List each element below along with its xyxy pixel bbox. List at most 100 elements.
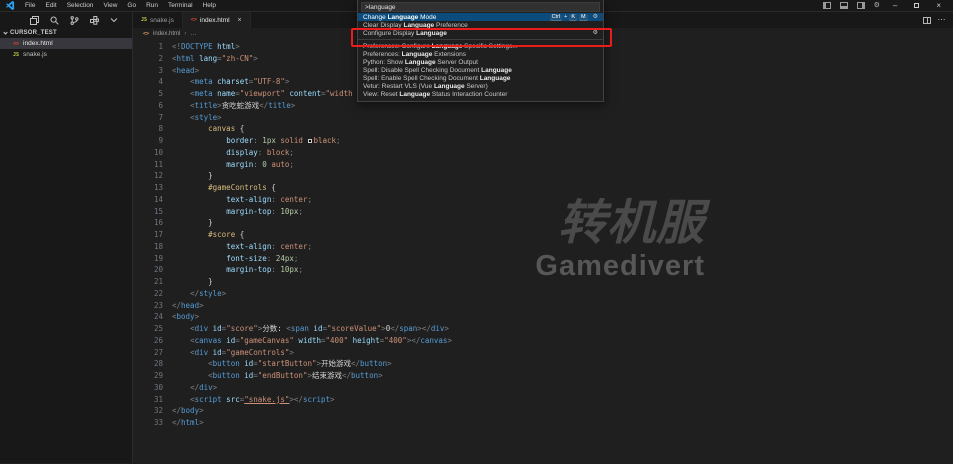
command-item[interactable]: Preferences: Language Extensions — [358, 50, 603, 58]
toggle-panel-icon[interactable] — [840, 2, 848, 9]
code-line-content: display: block; — [163, 147, 294, 159]
configure-keybinding-icon[interactable]: ⚙ — [593, 14, 598, 20]
file-item-index.html[interactable]: <>index.html — [0, 38, 132, 49]
code-line[interactable]: 30 </div> — [133, 382, 953, 394]
code-line[interactable]: 32</body> — [133, 405, 953, 417]
code-line[interactable]: 24<body> — [133, 311, 953, 323]
code-line[interactable]: 26 <canvas id="gameCanvas" width="400" h… — [133, 335, 953, 347]
code-line[interactable]: 15 margin-top: 10px; — [133, 206, 953, 218]
code-line[interactable]: 16 } — [133, 217, 953, 229]
command-item[interactable]: Python: Show Language Server Output — [358, 58, 603, 66]
code-line[interactable]: 22 </style> — [133, 288, 953, 300]
code-line-content: #gameControls { — [163, 182, 276, 194]
folder-header[interactable]: CURSOR_TEST — [0, 28, 132, 38]
code-line-content: <meta name="viewport" content="width — [163, 88, 353, 100]
code-line[interactable]: 10 display: block; — [133, 147, 953, 159]
tab-snake.js[interactable]: JSsnake.js — [133, 12, 183, 28]
extensions-icon[interactable] — [90, 16, 99, 25]
code-line-content: margin: 0 auto; — [163, 159, 294, 171]
code-line[interactable]: 33</html> — [133, 417, 953, 429]
toggle-primary-sidebar-icon[interactable] — [823, 2, 831, 9]
code-line[interactable]: 8 canvas { — [133, 123, 953, 135]
tab-close-icon[interactable]: × — [238, 17, 242, 24]
source-control-icon[interactable] — [70, 16, 79, 25]
code-line[interactable]: 13 #gameControls { — [133, 182, 953, 194]
code-line[interactable]: 29 <button id="endButton">结束游戏</button> — [133, 370, 953, 382]
menu-selection[interactable]: Selection — [62, 2, 99, 9]
command-item[interactable]: Clear Display Language Preference — [358, 21, 603, 29]
line-number: 20 — [133, 264, 163, 276]
code-line-content: text-align: center; — [163, 194, 312, 206]
menu-run[interactable]: Run — [141, 2, 163, 9]
command-item[interactable]: Preferences: Configure Language Specific… — [358, 42, 603, 50]
code-editor[interactable]: 1<!DOCTYPE html>2<html lang="zh-CN">3<he… — [133, 39, 953, 463]
close-window-button[interactable]: × — [932, 2, 945, 10]
code-line-content: </html> — [163, 417, 204, 429]
code-line[interactable]: 11 margin: 0 auto; — [133, 159, 953, 171]
code-line[interactable]: 12 } — [133, 170, 953, 182]
code-line[interactable]: 18 text-align: center; — [133, 241, 953, 253]
line-number: 17 — [133, 229, 163, 241]
menu-edit[interactable]: Edit — [40, 2, 61, 9]
menu-help[interactable]: Help — [198, 2, 221, 9]
chevron-down-icon[interactable] — [110, 17, 118, 23]
file-item-snake.js[interactable]: JSsnake.js — [0, 49, 132, 60]
more-actions-icon[interactable]: ⋯ — [938, 16, 947, 24]
code-line[interactable]: 17 #score { — [133, 229, 953, 241]
line-number: 16 — [133, 217, 163, 229]
command-list: Change Language ModeCtrl+KM⚙Clear Displa… — [358, 13, 603, 98]
customize-layout-icon[interactable]: ⚙ — [874, 2, 880, 9]
command-item[interactable]: Spell: Disable Spell Checking Document L… — [358, 66, 603, 74]
command-item[interactable]: Vetur: Restart VLS (Vue Language Server) — [358, 82, 603, 90]
line-number: 8 — [133, 123, 163, 135]
command-item[interactable]: View: Reset Language Status Interaction … — [358, 90, 603, 98]
search-icon[interactable] — [50, 16, 59, 25]
line-number: 33 — [133, 417, 163, 429]
menu-terminal[interactable]: Terminal — [163, 2, 198, 9]
code-line-content: } — [163, 217, 213, 229]
line-number: 22 — [133, 288, 163, 300]
color-swatch-icon — [308, 139, 312, 143]
breadcrumb-file[interactable]: index.html — [153, 31, 180, 37]
command-item[interactable]: Spell: Enable Spell Checking Document La… — [358, 74, 603, 82]
code-line-content: </head> — [163, 300, 204, 312]
line-number: 28 — [133, 358, 163, 370]
code-line[interactable]: 21 } — [133, 276, 953, 288]
code-line[interactable]: 25 <div id="score">分数: <span id="scoreVa… — [133, 323, 953, 335]
line-number: 9 — [133, 135, 163, 147]
line-number: 11 — [133, 159, 163, 171]
menu-bar: FileEditSelectionViewGoRunTerminalHelp — [20, 2, 221, 9]
code-line[interactable]: 28 <button id="startButton">开始游戏</button… — [133, 358, 953, 370]
minimize-button[interactable]: – — [889, 2, 901, 10]
file-list: <>index.htmlJSsnake.js — [0, 38, 132, 60]
breadcrumb-more[interactable]: … — [190, 31, 196, 37]
folder-expand-chevron-icon — [3, 30, 7, 34]
code-line[interactable]: 31 <script src="snake.js"></script> — [133, 394, 953, 406]
folder-name: CURSOR_TEST — [10, 30, 57, 36]
menu-view[interactable]: View — [98, 2, 122, 9]
menu-go[interactable]: Go — [122, 2, 141, 9]
snake.js-file-icon: JS — [13, 52, 19, 58]
configure-keybinding-icon[interactable]: ⚙ — [593, 30, 598, 36]
code-line[interactable]: 9 border: 1px solid black; — [133, 135, 953, 147]
menu-file[interactable]: File — [20, 2, 40, 9]
code-line[interactable]: 19 font-size: 24px; — [133, 253, 953, 265]
command-item[interactable]: Change Language ModeCtrl+KM⚙ — [358, 13, 603, 21]
line-number: 21 — [133, 276, 163, 288]
command-item[interactable]: Configure Display Language⚙ — [358, 29, 603, 37]
file-name: index.html — [23, 40, 53, 47]
command-input[interactable] — [361, 2, 600, 12]
command-label: Change Language Mode — [363, 14, 544, 21]
code-line[interactable]: 27 <div id="gameControls"> — [133, 347, 953, 359]
code-line[interactable]: 20 margin-top: 10px; — [133, 264, 953, 276]
toggle-secondary-sidebar-icon[interactable] — [857, 2, 865, 9]
code-line-content: <head> — [163, 65, 199, 77]
code-line[interactable]: 23</head> — [133, 300, 953, 312]
split-editor-icon[interactable] — [923, 17, 931, 24]
line-number: 6 — [133, 100, 163, 112]
tab-index.html[interactable]: <>index.html× — [183, 12, 251, 28]
code-line[interactable]: 7 <style> — [133, 112, 953, 124]
code-line[interactable]: 14 text-align: center; — [133, 194, 953, 206]
maximize-button[interactable] — [914, 3, 919, 8]
explorer-icon[interactable] — [30, 16, 39, 25]
